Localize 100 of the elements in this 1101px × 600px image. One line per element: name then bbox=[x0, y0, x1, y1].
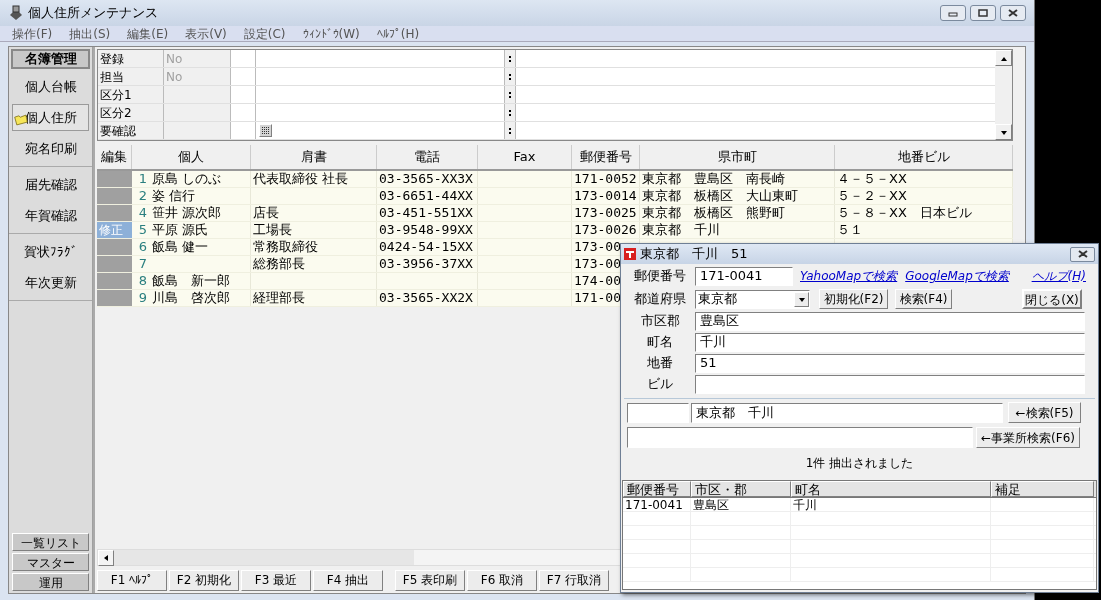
dialog-title: 東京都 千川 51 bbox=[640, 245, 749, 264]
column-header: 肩書 bbox=[251, 145, 377, 169]
column-header: 地番ビル bbox=[835, 145, 1013, 169]
sidebar-item[interactable]: 個人住所 bbox=[12, 104, 89, 131]
left-arrow-icon bbox=[102, 553, 110, 562]
table-cell: 173-0025 bbox=[572, 205, 640, 221]
input-field[interactable]: 171-0041 bbox=[695, 266, 793, 286]
input-field[interactable] bbox=[627, 427, 973, 448]
table-cell: ５－２－XX bbox=[835, 188, 1013, 204]
edit-cell[interactable] bbox=[97, 188, 132, 204]
edit-cell[interactable] bbox=[97, 273, 132, 289]
function-key-button[interactable]: F5 表印刷 bbox=[395, 569, 465, 591]
down-arrow-icon bbox=[999, 128, 1008, 136]
input-field[interactable]: 51 bbox=[695, 353, 1085, 373]
table-cell: 173-0026 bbox=[572, 222, 640, 238]
menu-item[interactable]: ﾍﾙﾌﾟ(H) bbox=[376, 24, 420, 43]
status-text: 1件 抽出されました bbox=[804, 455, 915, 472]
sidebar-item[interactable]: 年賀確認 bbox=[12, 202, 89, 229]
table-cell: 千川 bbox=[793, 498, 817, 512]
menu-item[interactable]: ｳｨﾝﾄﾞｳ(W) bbox=[302, 24, 360, 43]
input-field[interactable]: 東京都 千川 bbox=[691, 402, 1003, 423]
table-cell: 0424-54-15XX bbox=[377, 239, 478, 255]
minimize-button[interactable] bbox=[940, 5, 966, 21]
table-cell: ５１ bbox=[835, 222, 1013, 238]
edit-cell[interactable] bbox=[97, 239, 132, 255]
function-key-button[interactable]: F3 最近 bbox=[241, 569, 311, 591]
maximize-button[interactable] bbox=[970, 5, 996, 21]
sidebar-item[interactable]: 個人台帳 bbox=[12, 73, 89, 100]
menu-item[interactable]: 表示(V) bbox=[185, 24, 227, 43]
value-field[interactable] bbox=[164, 104, 231, 121]
column-header: 郵便番号 bbox=[623, 481, 691, 497]
form-label: 区分2 bbox=[98, 104, 164, 121]
menu-item[interactable]: 編集(E) bbox=[127, 24, 169, 43]
form-label: 担当 bbox=[98, 68, 164, 85]
row-number: 8 bbox=[137, 273, 148, 289]
value-field[interactable] bbox=[164, 86, 231, 103]
row-number: 7 bbox=[137, 256, 148, 272]
maximize-icon bbox=[978, 9, 988, 17]
input-field[interactable] bbox=[695, 374, 1085, 394]
table-cell: 東京都 豊島区 南長崎 bbox=[640, 171, 835, 187]
function-key-button[interactable]: F4 抽出 bbox=[313, 569, 383, 591]
menu-item[interactable]: 設定(C) bbox=[243, 24, 286, 43]
table-cell: 03-9548-99XX bbox=[377, 222, 478, 238]
table-cell: 東京都 千川 bbox=[640, 222, 835, 238]
menu-item[interactable]: 抽出(S) bbox=[69, 24, 111, 43]
table-cell: 03-3565-XX3X bbox=[377, 171, 478, 187]
map-link[interactable]: GoogleMapで検索 bbox=[905, 267, 1009, 285]
search-button[interactable]: ←検索(F5) bbox=[1008, 402, 1081, 423]
prefecture-select[interactable]: 東京都 bbox=[695, 289, 810, 309]
input-field[interactable]: 千川 bbox=[695, 332, 1085, 352]
close-dialog-button[interactable]: 閉じる(X) bbox=[1022, 289, 1082, 309]
form-label: 登録 bbox=[98, 50, 164, 67]
sidebar-item[interactable]: 年次更新 bbox=[12, 269, 89, 296]
function-key-button[interactable]: F2 初期化 bbox=[169, 569, 239, 591]
reset-button[interactable]: 初期化(F2) bbox=[819, 289, 888, 309]
table-cell: 03-6651-44XX bbox=[377, 188, 478, 204]
table-cell: 総務部長 bbox=[251, 256, 377, 272]
table-cell: 川島 啓次郎 bbox=[150, 290, 251, 306]
edit-cell[interactable] bbox=[97, 256, 132, 272]
folder-icon bbox=[14, 114, 28, 126]
input-field[interactable] bbox=[627, 402, 689, 423]
column-header: 編集 bbox=[97, 145, 132, 169]
close-icon bbox=[1077, 250, 1088, 258]
table-cell: 飯島 健一 bbox=[150, 239, 251, 255]
input-field[interactable]: 豊島区 bbox=[695, 311, 1085, 331]
function-key-button[interactable]: F1 ﾍﾙﾌﾟ bbox=[97, 569, 167, 591]
table-cell: ５－８－XX 日本ビル bbox=[835, 205, 1013, 221]
sidebar-item[interactable]: 賀状ﾌﾗｸﾞ bbox=[12, 238, 89, 265]
table-cell: ４－５－XX bbox=[835, 171, 1013, 187]
table-cell: 平原 源氏 bbox=[150, 222, 251, 238]
row-number: 6 bbox=[137, 239, 148, 255]
column-header: 補足 bbox=[991, 481, 1094, 497]
sidebar-item[interactable]: 届先確認 bbox=[12, 171, 89, 198]
table-cell: 代表取締役 社長 bbox=[251, 171, 377, 187]
edit-cell[interactable] bbox=[97, 290, 132, 306]
vertical-scrollbar[interactable] bbox=[995, 50, 1012, 140]
function-key-button[interactable]: F7 行取消 bbox=[539, 569, 609, 591]
business-search-button[interactable]: ←事業所検索(F6) bbox=[976, 427, 1080, 448]
help-link[interactable]: ヘルプ(H) bbox=[1031, 267, 1086, 285]
close-button[interactable] bbox=[1000, 5, 1026, 21]
close-button[interactable] bbox=[1070, 246, 1095, 262]
field-label: 市区郡 bbox=[639, 312, 681, 331]
sidebar-item[interactable]: 宛名印刷 bbox=[12, 135, 89, 162]
function-key-button[interactable]: F6 取消 bbox=[467, 569, 537, 591]
field-label: 町名 bbox=[646, 333, 674, 352]
column-header: 市区・郡 bbox=[691, 481, 791, 497]
sidebar-tab[interactable]: マスター bbox=[12, 553, 89, 571]
table-cell: 工場長 bbox=[251, 222, 377, 238]
menu-item[interactable]: 操作(F) bbox=[12, 24, 53, 43]
table-cell: 経理部長 bbox=[251, 290, 377, 306]
edit-cell[interactable] bbox=[97, 205, 132, 221]
map-link[interactable]: YahooMapで検索 bbox=[800, 267, 898, 285]
edit-cell[interactable] bbox=[97, 171, 132, 187]
sidebar-tab[interactable]: 一覧リスト bbox=[12, 533, 89, 551]
down-arrow-icon bbox=[797, 295, 806, 303]
table-cell: 173-0014 bbox=[572, 188, 640, 204]
search-button[interactable]: 検索(F4) bbox=[895, 289, 952, 309]
value-field[interactable] bbox=[164, 122, 231, 139]
sidebar-tab[interactable]: 運用 bbox=[12, 573, 89, 591]
picker-button[interactable] bbox=[259, 124, 272, 137]
